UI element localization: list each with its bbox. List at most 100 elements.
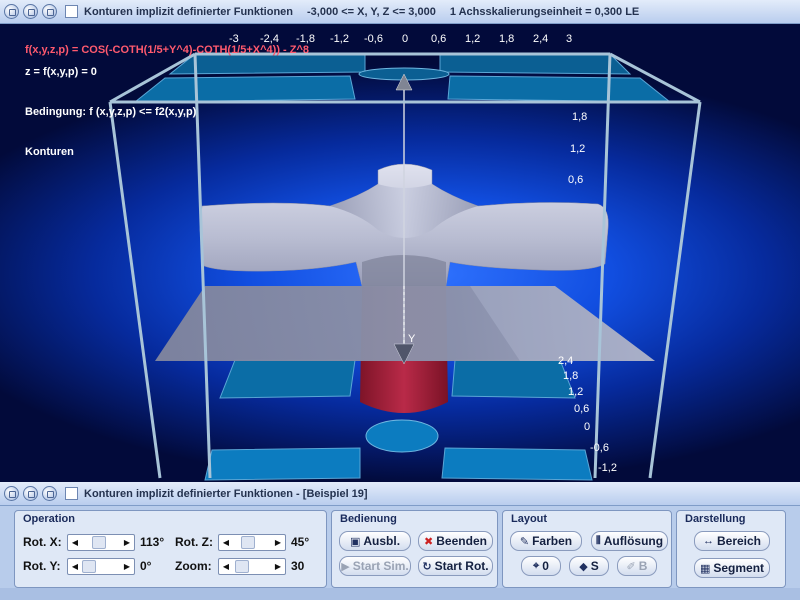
slider-thumb[interactable] [92,536,106,549]
zoom-label: Zoom: [175,559,212,573]
paint-brush-icon: ✎ [519,535,530,548]
arrow-left-icon[interactable]: ◀ [68,559,82,574]
s-label: S [590,559,599,573]
aufloesung-button[interactable]: ⦀ Auflösung [591,531,668,551]
slider-thumb[interactable] [235,560,249,573]
top-tick: 3 [566,33,573,45]
control-panel: Operation Rot. X: ◀ ▶ 113° Rot. Z: ◀ ▶ 4… [0,506,800,600]
range-text: -3,000 <= X, Y, Z <= 3,000 [307,5,436,18]
operation-group: Operation Rot. X: ◀ ▶ 113° Rot. Z: ◀ ▶ 4… [14,510,327,588]
maximize-icon[interactable] [42,4,57,19]
b-label: B [638,559,648,573]
rot-x-value: 113° [140,535,165,549]
grid-icon: ▦ [699,562,711,575]
play-icon: ▶ [341,560,350,573]
right-tick-low: 0 [584,421,591,433]
farben-button[interactable]: ✎ Farben [510,531,582,551]
rot-y-slider[interactable]: ◀ ▶ [67,558,135,575]
mode-text: Konturen [25,146,74,158]
arrow-right-icon[interactable]: ▶ [271,535,285,550]
arrow-right-icon[interactable]: ▶ [271,559,285,574]
rotate-icon: ↻ [422,560,432,573]
right-tick-low: -1,2 [598,462,617,474]
right-tick-low: 0,6 [574,403,590,415]
top-tick: -2,4 [260,33,279,45]
b-button[interactable]: ✐ B [617,556,657,576]
app-icon [65,487,78,500]
zero-button[interactable]: ⌖ 0 [521,556,561,576]
start-sim-label: Start Sim. [352,559,409,573]
rot-y-label: Rot. Y: [23,559,61,573]
bedienung-title: Bedienung [340,513,397,525]
start-sim-button[interactable]: ▶ Start Sim. [339,556,411,576]
segment-label: Segment [713,561,765,575]
window-menu-icon[interactable] [4,486,19,501]
zero-label: 0 [542,559,549,573]
bedienung-group: Bedienung ▣ Ausbl. ✖ Beenden ▶ Start Sim… [331,510,498,588]
zoom-slider[interactable]: ◀ ▶ [218,558,286,575]
right-tick-low: 2,4 [558,355,574,367]
top-tick: 0,6 [431,33,447,45]
rot-x-label: Rot. X: [23,535,62,549]
layout-title: Layout [511,513,548,525]
aufloesung-label: Auflösung [603,534,664,548]
window-menu-icon[interactable] [4,4,19,19]
ausbl-button[interactable]: ▣ Ausbl. [339,531,411,551]
right-tick-low: -0,6 [590,442,609,454]
bereich-label: Bereich [716,534,762,548]
formula-text: f(x,y,z,p) = COS(-COTH(1/5+Y^4)-COTH(1/5… [25,44,310,56]
zoom-value: 30 [291,559,305,573]
right-tick-low: 1,2 [568,386,584,398]
top-tick: -1,8 [296,33,315,45]
cube-icon: ◆ [579,560,588,573]
arrow-left-icon[interactable]: ◀ [219,535,233,550]
layout-group: Layout ✎ Farben ⦀ Auflösung ⌖ 0 ◆ S ✐ B [502,510,672,588]
main-window-titlebar: Konturen implizit definierter Funktionen… [0,0,800,24]
arrow-right-icon[interactable]: ▶ [120,559,134,574]
start-rot-button[interactable]: ↻ Start Rot. [418,556,493,576]
s-button[interactable]: ◆ S [569,556,609,576]
segment-button[interactable]: ▦ Segment [694,558,770,578]
status-bar [0,588,800,600]
arrow-left-icon[interactable]: ◀ [68,535,82,550]
top-tick: -1,2 [330,33,349,45]
top-tick: 1,8 [499,33,515,45]
range-icon: ↔ [702,535,714,547]
rot-y-value: 0° [140,559,152,573]
panel-window-titlebar: Konturen implizit definierter Funktionen… [0,482,800,506]
arrow-left-icon[interactable]: ◀ [219,559,233,574]
top-tick: -0,6 [364,33,383,45]
scale-text: 1 Achsskalierungseinheit = 0,300 LE [449,5,640,18]
pen-icon: ✐ [626,560,636,573]
slider-thumb[interactable] [241,536,255,549]
rot-z-slider[interactable]: ◀ ▶ [218,534,286,551]
right-tick: 1,8 [572,111,588,123]
resolution-icon: ⦀ [595,534,601,547]
right-tick: 1,2 [570,143,586,155]
rot-x-slider[interactable]: ◀ ▶ [67,534,135,551]
beenden-label: Beenden [436,534,487,548]
app-icon [65,5,78,18]
darstellung-group: Darstellung ↔ Bereich ▦ Segment [676,510,786,588]
crosshair-icon: ⌖ [533,559,540,572]
window-title: Konturen implizit definierter Funktionen [84,5,293,18]
start-rot-label: Start Rot. [434,559,489,573]
beenden-button[interactable]: ✖ Beenden [418,531,493,551]
axis-label-y: Y [408,333,416,345]
top-tick: 2,4 [533,33,549,45]
condition-text: Bedingung: f (x,y,z,p) <= f2(x,y,p) [25,106,197,118]
3d-viewport[interactable]: f(x,y,z,p) = COS(-COTH(1/5+Y^4)-COTH(1/5… [0,24,800,482]
minimize-icon[interactable] [23,4,38,19]
equation-text: z = f(x,y,p) = 0 [25,66,97,78]
minimize-icon[interactable] [23,486,38,501]
right-tick-low: 1,8 [563,370,579,382]
close-icon: ✖ [424,535,434,548]
operation-title: Operation [23,513,75,525]
arrow-right-icon[interactable]: ▶ [120,535,134,550]
farben-label: Farben [532,534,573,548]
bereich-button[interactable]: ↔ Bereich [694,531,770,551]
rot-z-label: Rot. Z: [175,535,213,549]
top-tick: 1,2 [465,33,481,45]
slider-thumb[interactable] [82,560,96,573]
maximize-icon[interactable] [42,486,57,501]
